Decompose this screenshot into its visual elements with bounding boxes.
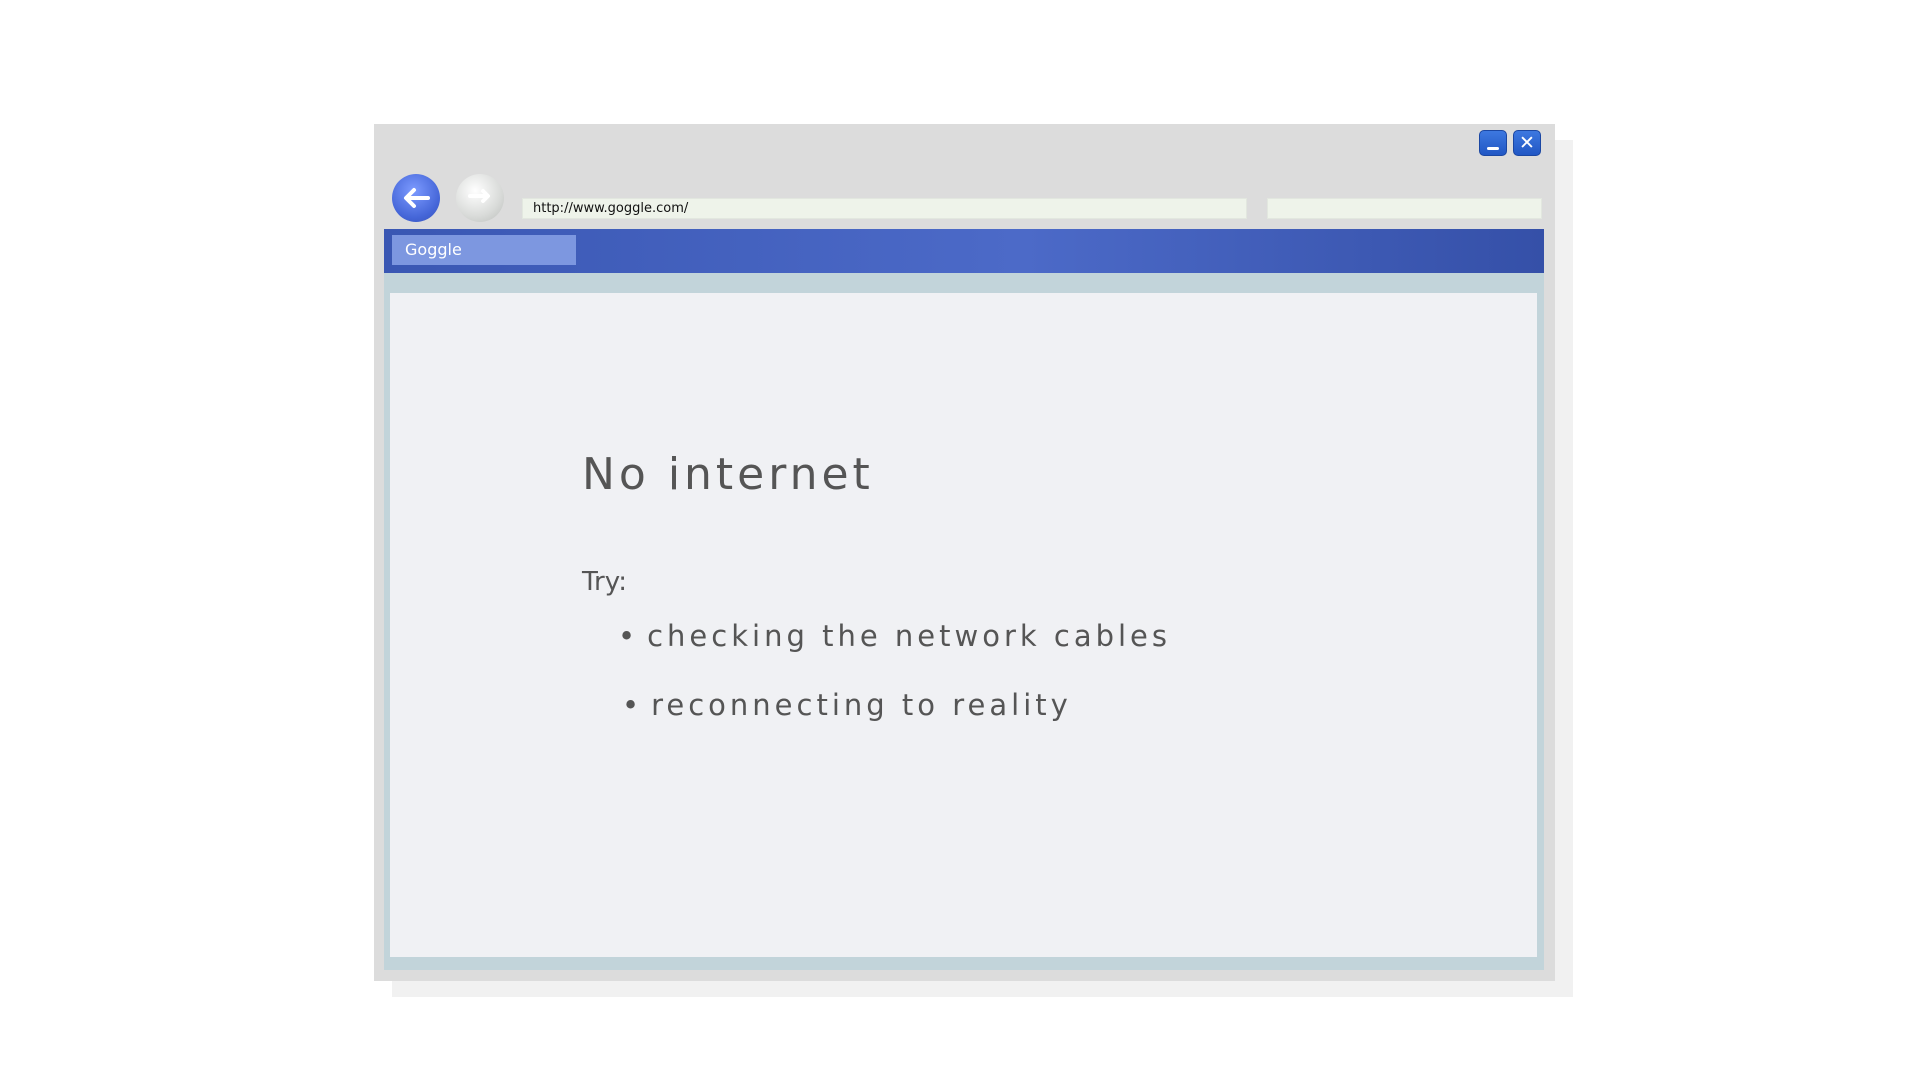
arrow-right-icon [468, 189, 490, 203]
tab-goggle[interactable]: Goggle [392, 235, 576, 265]
list-item: • reconnecting to reality [622, 688, 1072, 722]
tab-strip: Goggle [384, 229, 1544, 273]
search-input[interactable] [1267, 198, 1542, 219]
page-title: No internet [582, 449, 874, 500]
back-button[interactable] [392, 174, 440, 222]
browser-window: ✕ http://www.goggle.com/ Goggle No inter… [374, 124, 1555, 981]
try-label: Try: [582, 567, 628, 597]
address-bar[interactable]: http://www.goggle.com/ [522, 198, 1247, 219]
suggestion-text: checking the network cables [647, 619, 1172, 653]
close-icon: ✕ [1519, 131, 1535, 154]
list-item: • checking the network cables [618, 619, 1171, 653]
content-frame: No internet Try: • checking the network c… [384, 273, 1544, 970]
close-button[interactable]: ✕ [1513, 130, 1541, 156]
suggestion-text: reconnecting to reality [651, 688, 1072, 722]
forward-button[interactable] [456, 174, 504, 222]
minimize-icon [1487, 146, 1499, 150]
bullet: • [618, 619, 640, 653]
minimize-button[interactable] [1479, 130, 1507, 156]
page-content: No internet Try: • checking the network c… [390, 293, 1537, 957]
bullet: • [622, 688, 644, 722]
arrow-left-icon [404, 188, 430, 208]
